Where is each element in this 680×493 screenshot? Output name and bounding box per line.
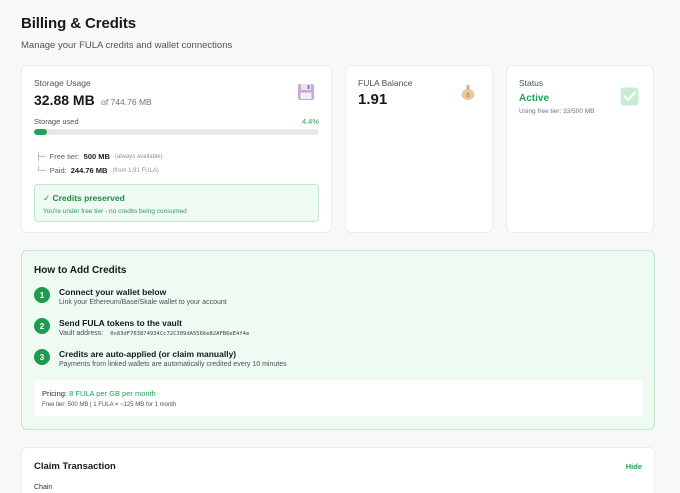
storage-used-percent: 4.4% [301, 117, 319, 126]
step-number: 3 [34, 349, 50, 365]
free-tier-row: ├─ Free tier: 500 MB (always available) [36, 152, 163, 161]
step-title: Send FULA tokens to the vault [59, 318, 182, 328]
storage-progress-bar [34, 129, 319, 135]
vault-address-label: Vault address: [59, 330, 104, 337]
paid-tier-note: (from 1.91 FULA) [112, 167, 159, 174]
svg-text:$: $ [466, 92, 470, 99]
step-number: 2 [34, 318, 50, 334]
step-description: Link your Ethereum/Base/Skale wallet to … [59, 299, 227, 306]
free-tier-note: (always available) [114, 153, 163, 160]
tree-connector: └─ [36, 166, 46, 175]
how-to-add-credits-title: How to Add Credits [34, 265, 127, 276]
pricing-box: Pricing: 8 FULA per GB per month Free ti… [34, 380, 643, 416]
storage-amount: 32.88 MB of 744.76 MB [34, 92, 152, 110]
page-header: Billing & Credits Manage your FULA credi… [21, 15, 232, 51]
storage-usage-label: Storage Usage [34, 78, 91, 88]
hide-button[interactable]: Hide [626, 462, 642, 471]
floppy-disk-icon [297, 83, 315, 101]
storage-total-value: of 744.76 MB [101, 97, 152, 107]
check-box-icon [620, 87, 639, 106]
claim-transaction-title: Claim Transaction [34, 461, 116, 472]
paid-tier-key: Paid: [49, 166, 67, 175]
storage-used-label: Storage used [34, 117, 79, 126]
step-title: Credits are auto-applied (or claim manua… [59, 349, 237, 359]
money-bag-icon: $ [459, 83, 477, 101]
claim-transaction-card: Claim Transaction Hide Chain [21, 447, 655, 493]
free-tier-value: 500 MB [83, 152, 110, 161]
pricing-subtext: Free tier: 500 MB | 1 FULA = ~125 MB for… [42, 402, 177, 408]
fula-balance-label: FULA Balance [358, 78, 413, 88]
step-description: Vault address: 0x83dF763874934Cc72C309dA… [59, 330, 249, 337]
paid-tier-value: 244.76 MB [70, 166, 108, 175]
step-title: Connect your wallet below [59, 287, 167, 297]
status-label: Status [519, 78, 544, 88]
step-number: 1 [34, 287, 50, 303]
storage-usage-card: Storage Usage 32.88 MB of 744.76 MB Stor… [21, 65, 332, 233]
storage-used-row: Storage used 4.4% [34, 117, 319, 126]
chain-label: Chain [34, 484, 53, 491]
credits-preserved-text: You're under free tier - no credits bein… [43, 208, 187, 215]
status-value: Active [519, 93, 550, 104]
status-card: Status Active Using free tier: 33/500 MB [506, 65, 654, 233]
storage-progress-fill [34, 129, 47, 135]
pricing-label: Pricing: [42, 389, 68, 398]
tree-connector: ├─ [36, 152, 46, 161]
status-note: Using free tier: 33/500 MB [519, 108, 595, 115]
page-title: Billing & Credits [21, 15, 136, 32]
credits-preserved-notice: ✓ Credits preserved You're under free ti… [34, 184, 319, 222]
how-to-add-credits-card: How to Add Credits 1 Connect your wallet… [21, 250, 655, 430]
storage-used-value: 32.88 MB [34, 92, 95, 108]
fula-balance-card: FULA Balance 1.91 $ [345, 65, 493, 233]
step-description: Payments from linked wallets are automat… [59, 361, 287, 368]
paid-tier-row: └─ Paid: 244.76 MB (from 1.91 FULA) [36, 166, 159, 175]
credits-preserved-title: ✓ Credits preserved [43, 193, 125, 203]
vault-address[interactable]: 0x83dF763874934Cc72C309dA5566e82AFB6eE4f… [110, 331, 249, 337]
free-tier-key: Free tier: [49, 152, 80, 161]
pricing-line: Pricing: 8 FULA per GB per month [42, 389, 156, 398]
fula-balance-value: 1.91 [358, 91, 388, 108]
page-subtitle: Manage your FULA credits and wallet conn… [21, 40, 233, 51]
pricing-value: 8 FULA per GB per month [69, 389, 156, 398]
